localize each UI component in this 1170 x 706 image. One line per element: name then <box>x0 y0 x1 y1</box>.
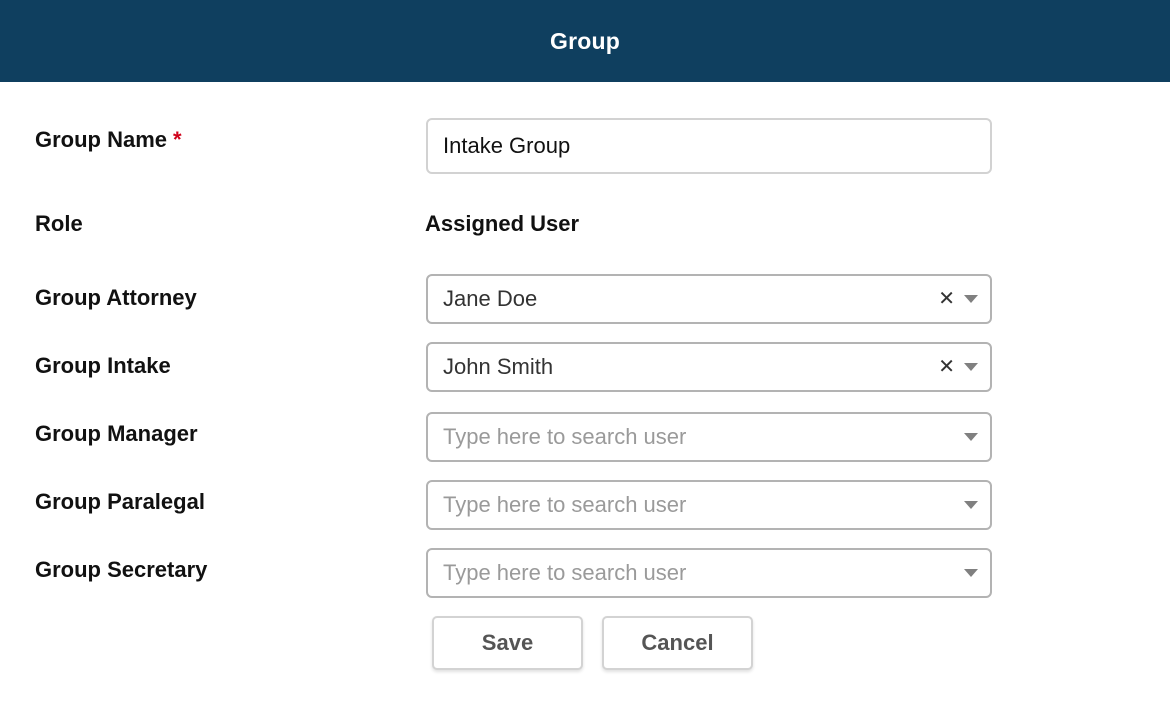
dialog-header: Group <box>0 0 1170 82</box>
role-column-heading: Role <box>35 211 83 236</box>
dialog-title: Group <box>550 27 620 54</box>
group-attorney-value: Jane Doe <box>443 286 538 311</box>
group-secretary-select[interactable]: Type here to search user <box>426 548 992 598</box>
chevron-down-icon[interactable] <box>964 569 978 577</box>
group-intake-value: John Smith <box>443 354 554 379</box>
group-attorney-select[interactable]: Jane Doe ✕ <box>426 274 992 324</box>
chevron-down-icon[interactable] <box>964 363 978 371</box>
save-button[interactable]: Save <box>432 616 583 670</box>
group-paralegal-select[interactable]: Type here to search user <box>426 480 992 530</box>
group-name-label: Group Name * <box>35 127 182 153</box>
group-attorney-label: Group Attorney <box>35 285 197 310</box>
group-name-label-text: Group Name <box>35 127 168 152</box>
group-secretary-placeholder: Type here to search user <box>443 560 687 585</box>
chevron-down-icon[interactable] <box>964 501 978 509</box>
group-manager-label: Group Manager <box>35 421 198 446</box>
group-paralegal-placeholder: Type here to search user <box>443 492 687 517</box>
required-marker: * <box>173 127 182 152</box>
group-intake-select[interactable]: John Smith ✕ <box>426 342 992 392</box>
group-name-value: Intake Group <box>443 133 571 158</box>
group-paralegal-label: Group Paralegal <box>35 489 205 514</box>
close-icon[interactable]: ✕ <box>938 289 955 309</box>
group-manager-placeholder: Type here to search user <box>443 424 687 449</box>
assigned-user-column-heading: Assigned User <box>425 211 580 236</box>
group-secretary-label: Group Secretary <box>35 557 208 582</box>
group-manager-select[interactable]: Type here to search user <box>426 412 992 462</box>
group-name-input[interactable]: Intake Group <box>426 118 992 174</box>
close-icon[interactable]: ✕ <box>938 357 955 377</box>
cancel-button[interactable]: Cancel <box>602 616 753 670</box>
chevron-down-icon[interactable] <box>964 295 978 303</box>
chevron-down-icon[interactable] <box>964 433 978 441</box>
group-intake-label: Group Intake <box>35 353 171 378</box>
